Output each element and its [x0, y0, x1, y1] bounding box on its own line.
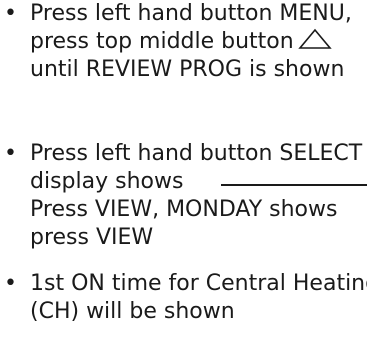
step-line: 1st ON time for Central Heating — [30, 271, 367, 296]
up-triangle-icon — [297, 28, 332, 50]
step-line-with-icon: press top middle button — [30, 28, 367, 56]
instruction-list: • Press left hand button MENU, press top… — [0, 0, 367, 347]
bullet: • — [4, 1, 17, 26]
step-line: (CH) will be shown — [30, 299, 235, 324]
step-line-text: press top middle button — [30, 29, 294, 54]
step-line: Press VIEW, MONDAY shows — [30, 197, 338, 222]
step-line-text: display shows — [30, 169, 184, 194]
step-line: press VIEW — [30, 225, 154, 250]
step-line: until REVIEW PROG is shown — [30, 57, 345, 82]
bullet: • — [4, 141, 17, 166]
step-text: Press left hand button MENU, press top m… — [30, 0, 367, 84]
step-line: Press left hand button SELECT — [30, 141, 363, 166]
bullet: • — [4, 271, 17, 296]
step-line: Press left hand button MENU, — [30, 1, 352, 26]
display-blank-line — [221, 184, 367, 186]
step-line-with-blank: display shows — [30, 168, 367, 196]
step-text: 1st ON time for Central Heating (CH) wil… — [30, 270, 367, 326]
step-text: Press left hand button SELECT display sh… — [30, 140, 367, 252]
